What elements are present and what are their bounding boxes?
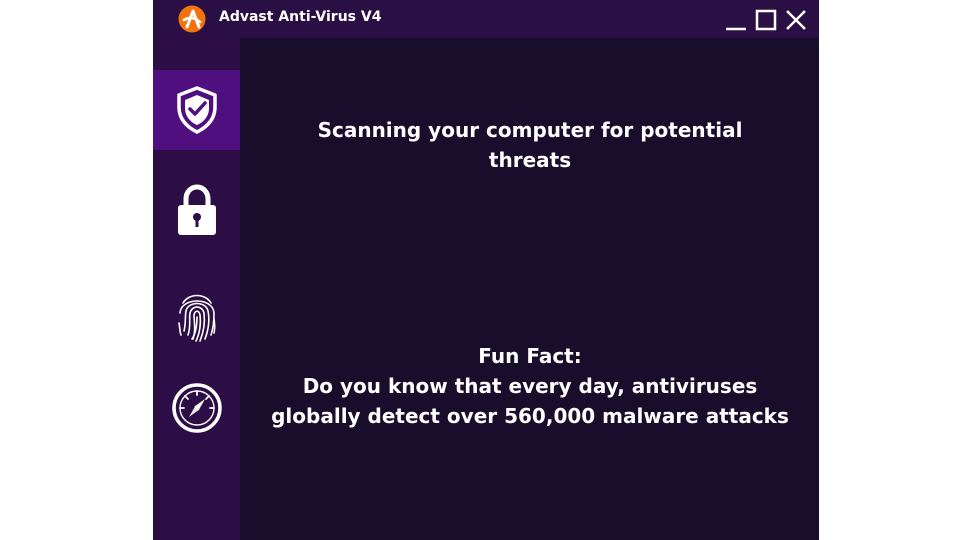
shield-check-icon (176, 86, 217, 134)
antivirus-window: Advast Anti-Virus V4 Scanning your compu… (153, 0, 819, 540)
fun-fact-block: Fun Fact: Do you know that every day, an… (260, 341, 800, 431)
sidebar-nav (153, 38, 240, 540)
sidebar-item-privacy[interactable] (153, 170, 240, 250)
sidebar-item-protection[interactable] (153, 70, 240, 150)
sidebar-item-identity[interactable] (153, 276, 240, 356)
close-icon[interactable] (784, 8, 808, 32)
maximize-icon[interactable] (754, 8, 778, 32)
window-title: Advast Anti-Virus V4 (219, 9, 382, 25)
minimize-icon[interactable] (724, 8, 748, 32)
title-bar[interactable]: Advast Anti-Virus V4 (153, 0, 819, 38)
lock-icon (177, 184, 216, 235)
fun-fact-heading: Fun Fact: (478, 344, 582, 368)
speedometer-icon (171, 383, 222, 433)
scan-status-text: Scanning your computer for potential thr… (317, 118, 743, 172)
fun-fact-body: Do you know that every day, antiviruses … (271, 374, 789, 428)
sidebar-item-performance[interactable] (153, 368, 240, 448)
fingerprint-icon (177, 294, 216, 342)
main-content: Scanning your computer for potential thr… (240, 38, 819, 540)
advast-logo-icon (178, 5, 206, 33)
